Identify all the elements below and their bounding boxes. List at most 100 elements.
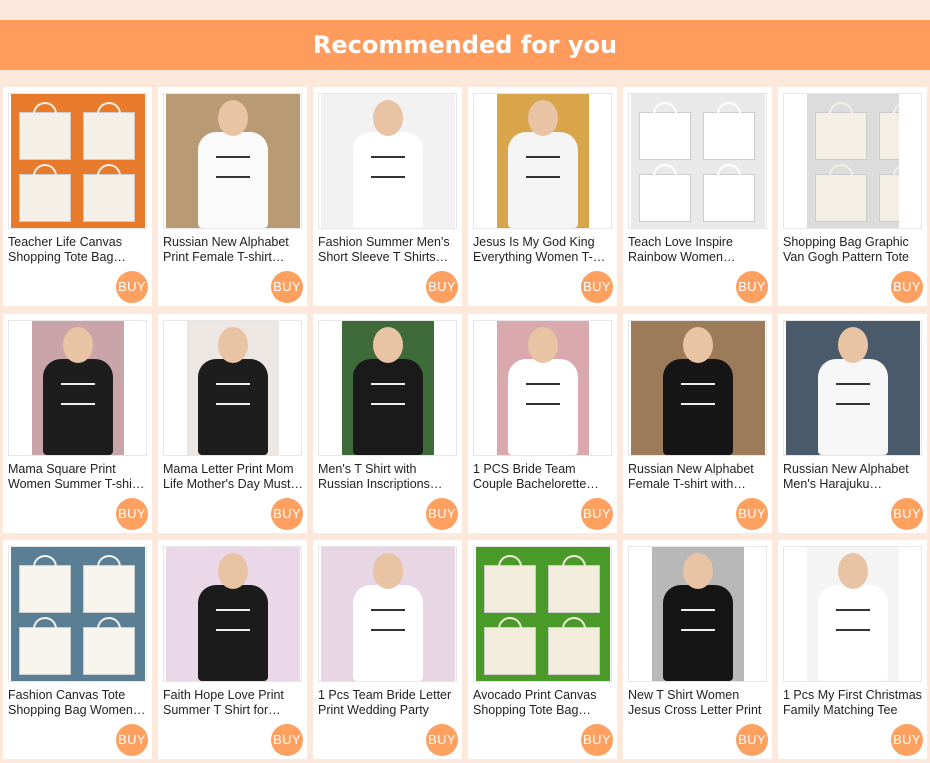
product-card[interactable]: Jesus Is My God King Everything Women T-… <box>468 87 617 306</box>
buy-button[interactable]: BUY <box>271 498 303 530</box>
model-head <box>62 327 93 363</box>
buy-button[interactable]: BUY <box>271 724 303 756</box>
product-image-frame[interactable] <box>318 546 457 682</box>
product-image-frame[interactable] <box>318 93 457 229</box>
product-card[interactable]: Mama Letter Print Mom Life Mother's Day … <box>158 314 307 533</box>
buy-button[interactable]: BUY <box>736 271 768 303</box>
product-image-frame[interactable] <box>783 320 922 456</box>
product-image[interactable] <box>320 547 455 681</box>
product-image[interactable] <box>186 321 279 455</box>
product-image[interactable] <box>651 547 744 681</box>
product-image-frame[interactable] <box>163 93 302 229</box>
product-card[interactable]: Mama Square Print Women Summer T-shirt B… <box>3 314 152 533</box>
buy-button[interactable]: BUY <box>581 498 613 530</box>
product-image[interactable] <box>806 94 899 228</box>
product-image[interactable] <box>630 94 765 228</box>
print-graphic <box>680 383 715 405</box>
product-image-frame[interactable] <box>783 93 922 229</box>
product-image-frame[interactable] <box>163 320 302 456</box>
product-image-frame[interactable] <box>473 93 612 229</box>
buy-button[interactable]: BUY <box>736 498 768 530</box>
product-image[interactable] <box>165 94 300 228</box>
product-image-frame[interactable] <box>628 320 767 456</box>
product-image[interactable] <box>475 547 610 681</box>
product-title[interactable]: Jesus Is My God King Everything Women T-… <box>473 235 613 265</box>
buy-button[interactable]: BUY <box>891 724 923 756</box>
product-title[interactable]: Mama Letter Print Mom Life Mother's Day … <box>163 462 303 492</box>
product-title[interactable]: Teacher Life Canvas Shopping Tote Bag Wo… <box>8 235 148 265</box>
product-image-frame[interactable] <box>628 93 767 229</box>
product-title[interactable]: Fashion Canvas Tote Shopping Bag Women E… <box>8 688 148 718</box>
product-title[interactable]: Russian New Alphabet Men's Harajuku Stre… <box>783 462 923 492</box>
product-title[interactable]: Shopping Bag Graphic Van Gogh Pattern To… <box>783 235 923 265</box>
product-image[interactable] <box>785 321 920 455</box>
product-title[interactable]: Russian New Alphabet Female T-shirt with… <box>628 462 768 492</box>
buy-button[interactable]: BUY <box>736 724 768 756</box>
bag-handle <box>828 102 853 116</box>
product-title[interactable]: Avocado Print Canvas Shopping Tote Bag W… <box>473 688 613 718</box>
product-image[interactable] <box>496 94 589 228</box>
product-card[interactable]: Faith Hope Love Print Summer T Shirt for… <box>158 540 307 759</box>
product-title[interactable]: Mama Square Print Women Summer T-shirt B… <box>8 462 148 492</box>
buy-button[interactable]: BUY <box>116 271 148 303</box>
product-title[interactable]: New T Shirt Women Jesus Cross Letter Pri… <box>628 688 768 718</box>
product-image-frame[interactable] <box>8 93 147 229</box>
buy-button[interactable]: BUY <box>426 271 458 303</box>
print-graphic <box>215 383 250 405</box>
product-image[interactable] <box>10 94 145 228</box>
product-image[interactable] <box>341 321 434 455</box>
product-card[interactable]: 1 Pcs Team Bride Letter Print Wedding Pa… <box>313 540 462 759</box>
product-image-frame[interactable] <box>628 546 767 682</box>
model-head <box>837 553 868 589</box>
product-card[interactable]: Avocado Print Canvas Shopping Tote Bag W… <box>468 540 617 759</box>
buy-button[interactable]: BUY <box>891 498 923 530</box>
product-image-frame[interactable] <box>163 546 302 682</box>
product-title[interactable]: Teach Love Inspire Rainbow Women Canvas … <box>628 235 768 265</box>
product-card[interactable]: Men's T Shirt with Russian Inscriptions … <box>313 314 462 533</box>
product-card[interactable]: Fashion Summer Men's Short Sleeve T Shir… <box>313 87 462 306</box>
product-title[interactable]: 1 PCS Bride Team Couple Bachelorette Par… <box>473 462 613 492</box>
product-image-frame[interactable] <box>473 320 612 456</box>
bag-handle <box>828 164 853 178</box>
tote-bag-graphic <box>18 112 71 160</box>
product-image[interactable] <box>10 547 145 681</box>
buy-button[interactable]: BUY <box>891 271 923 303</box>
product-card[interactable]: 1 PCS Bride Team Couple Bachelorette Par… <box>468 314 617 533</box>
print-graphic <box>215 609 250 631</box>
product-image-frame[interactable] <box>473 546 612 682</box>
product-title[interactable]: Men's T Shirt with Russian Inscriptions … <box>318 462 458 492</box>
buy-button[interactable]: BUY <box>116 498 148 530</box>
product-image[interactable] <box>320 94 455 228</box>
product-card[interactable]: Russian New Alphabet Men's Harajuku Stre… <box>778 314 927 533</box>
product-image-frame[interactable] <box>8 320 147 456</box>
product-title[interactable]: Russian New Alphabet Print Female T-shir… <box>163 235 303 265</box>
product-image-frame[interactable] <box>318 320 457 456</box>
product-image[interactable] <box>630 321 765 455</box>
buy-button[interactable]: BUY <box>116 724 148 756</box>
product-card[interactable]: Shopping Bag Graphic Van Gogh Pattern To… <box>778 87 927 306</box>
product-title[interactable]: Faith Hope Love Print Summer T Shirt for… <box>163 688 303 718</box>
product-image[interactable] <box>496 321 589 455</box>
product-title[interactable]: 1 Pcs My First Christmas Family Matching… <box>783 688 923 718</box>
product-card[interactable]: Teach Love Inspire Rainbow Women Canvas … <box>623 87 772 306</box>
product-card[interactable]: 1 Pcs My First Christmas Family Matching… <box>778 540 927 759</box>
buy-button[interactable]: BUY <box>426 724 458 756</box>
model-head <box>527 100 558 136</box>
tshirt-graphic <box>197 585 268 681</box>
product-card[interactable]: Russian New Alphabet Female T-shirt with… <box>623 314 772 533</box>
buy-button[interactable]: BUY <box>271 271 303 303</box>
product-image[interactable] <box>31 321 124 455</box>
product-card[interactable]: New T Shirt Women Jesus Cross Letter Pri… <box>623 540 772 759</box>
product-title[interactable]: Fashion Summer Men's Short Sleeve T Shir… <box>318 235 458 265</box>
product-image[interactable] <box>806 547 899 681</box>
product-card[interactable]: Teacher Life Canvas Shopping Tote Bag Wo… <box>3 87 152 306</box>
buy-button[interactable]: BUY <box>426 498 458 530</box>
product-title[interactable]: 1 Pcs Team Bride Letter Print Wedding Pa… <box>318 688 458 718</box>
product-card[interactable]: Fashion Canvas Tote Shopping Bag Women E… <box>3 540 152 759</box>
product-image-frame[interactable] <box>8 546 147 682</box>
product-card[interactable]: Russian New Alphabet Print Female T-shir… <box>158 87 307 306</box>
buy-button[interactable]: BUY <box>581 271 613 303</box>
product-image-frame[interactable] <box>783 546 922 682</box>
product-image[interactable] <box>165 547 300 681</box>
buy-button[interactable]: BUY <box>581 724 613 756</box>
